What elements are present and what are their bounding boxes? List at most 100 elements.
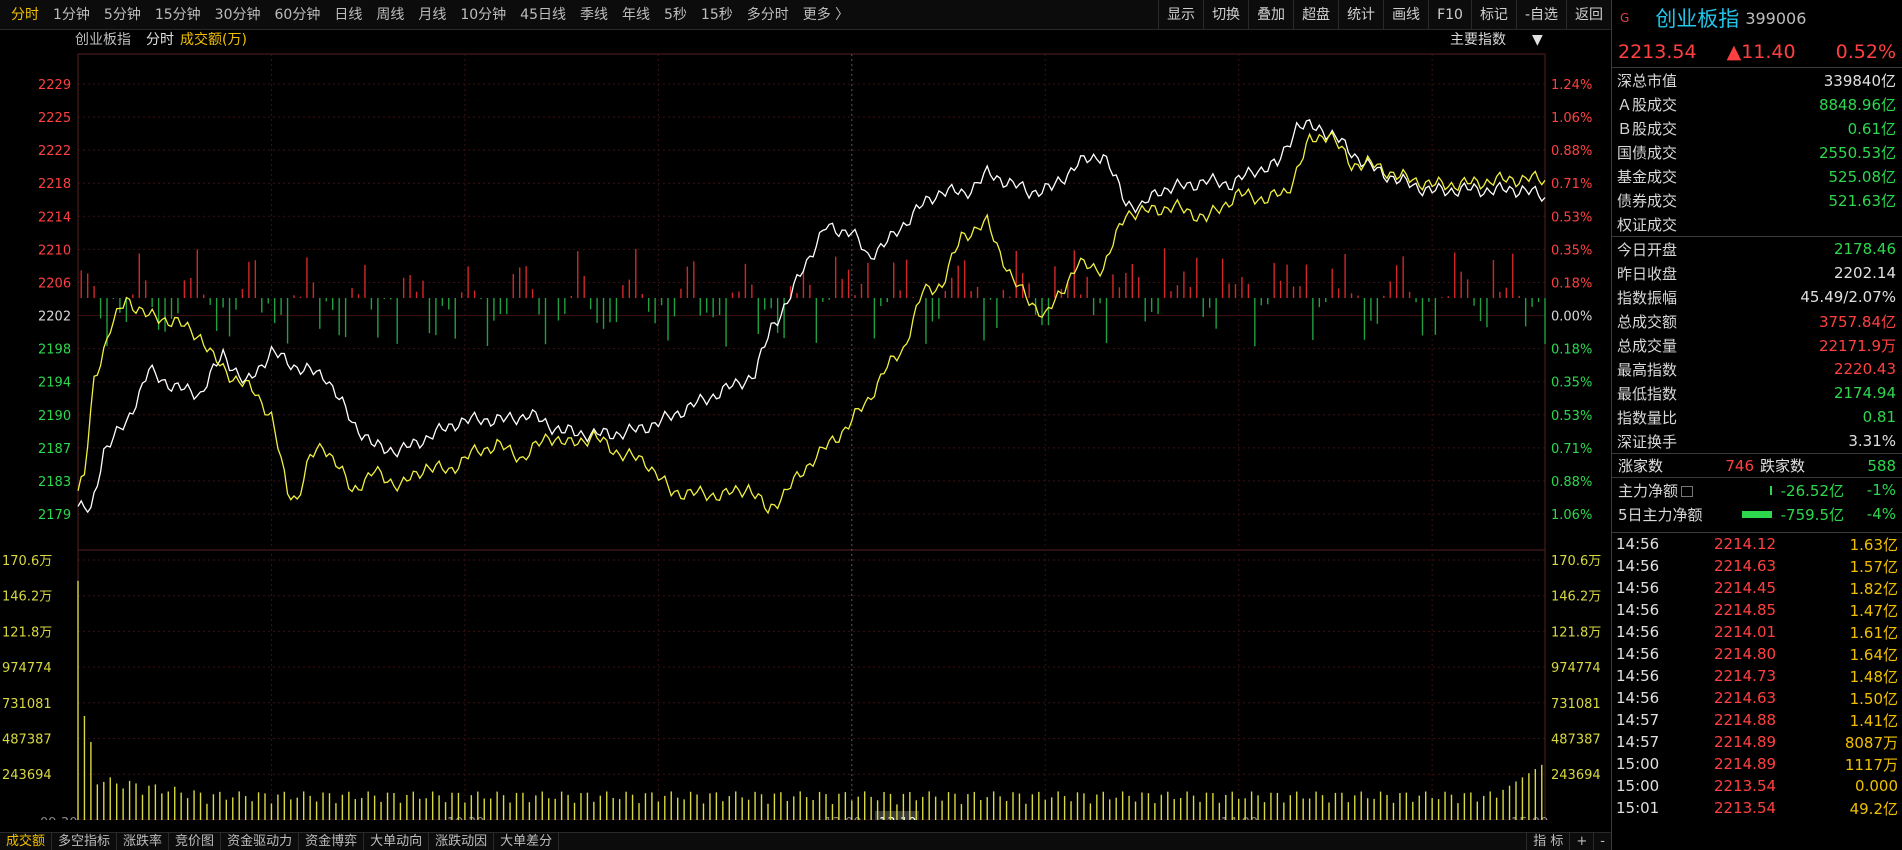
index-stat-value: 22171.9万	[1818, 336, 1896, 355]
tick-trade-list[interactable]: 14:56 2214.12 1.63亿 14:56 2214.63 1.57亿 14:56 2…	[1612, 532, 1902, 819]
market-stat-value: 0.61亿	[1847, 119, 1896, 138]
price-tick-label: 2222	[38, 144, 71, 159]
indicator-tab-3[interactable]: 竞价图	[169, 833, 222, 850]
tool-button-9[interactable]: 返回	[1566, 0, 1611, 30]
time-tick-text: 13:00	[824, 816, 861, 820]
price-tick-label: 2183	[38, 475, 71, 490]
indicator-control-1[interactable]: +	[1569, 833, 1593, 850]
pct-tick-label: 0.35%	[1551, 243, 1592, 258]
price-change: ▲11.40	[1726, 40, 1796, 63]
market-stat-label: 债券成交	[1617, 191, 1678, 210]
tool-button-6[interactable]: F10	[1428, 0, 1471, 30]
pct-tick-label: 0.88%	[1551, 144, 1592, 159]
indicator-tab-7[interactable]: 涨跌动因	[429, 833, 495, 850]
tool-button-5[interactable]: 画线	[1383, 0, 1428, 30]
period-tab-15[interactable]: 多分时	[740, 0, 796, 30]
period-tab-8[interactable]: 月线	[411, 0, 453, 30]
capital-bars-layer	[80, 248, 1546, 347]
price-tick-label: 2206	[38, 276, 71, 291]
trade-row: 15:00 2214.89 1117万	[1612, 753, 1902, 775]
index-stat-label: 指数量比	[1617, 408, 1678, 427]
indicator-tab-1[interactable]: 多空指标	[52, 833, 118, 850]
intraday-chart[interactable]: 2229 1.24% 2225 1.06% 2222 0.88% 2218 0.71% 2214…	[0, 30, 1611, 820]
tool-button-7[interactable]: 标记	[1470, 0, 1516, 30]
index-header: G 创业板指 399006	[1612, 0, 1902, 36]
price-tick-label: 2202	[38, 310, 71, 325]
indicator-tab-2[interactable]: 涨跌率	[117, 833, 170, 850]
five-day-net-value: -759.5亿	[1780, 505, 1844, 524]
index-stat-label: 总成交额	[1617, 312, 1678, 331]
trade-volume: 1.48亿	[1849, 667, 1898, 686]
period-tab-6[interactable]: 日线	[327, 0, 369, 30]
period-tab-7[interactable]: 周线	[369, 0, 411, 30]
index-stat-label: 最低指数	[1617, 384, 1678, 403]
time-tick-label: 09:30	[40, 816, 77, 820]
price-tick-label: 2198	[38, 343, 71, 358]
tool-button-2[interactable]: 叠加	[1248, 0, 1293, 30]
indicator-tab-4[interactable]: 资金驱动力	[221, 833, 300, 850]
chart-svg[interactable]: 2229 1.24% 2225 1.06% 2222 0.88% 2218 0.71% 2214…	[0, 30, 1611, 820]
trade-volume: 1.82亿	[1849, 579, 1898, 598]
period-tab-16[interactable]: 更多 〉	[796, 0, 856, 30]
price-tick-label: 2218	[38, 177, 71, 192]
period-tab-4[interactable]: 30分钟	[208, 0, 268, 30]
trade-volume: 1.50亿	[1849, 689, 1898, 708]
main-index-arrow-icon[interactable]: ▼	[1532, 32, 1543, 48]
time-tick-label: 13:00	[824, 816, 861, 820]
indicator-tab-6[interactable]: 大单动向	[364, 833, 430, 850]
index-stat-value: 0.81	[1862, 408, 1896, 426]
tool-button-0[interactable]: 显示	[1158, 0, 1203, 30]
time-tick-text: 09:30	[40, 816, 77, 820]
period-tab-0[interactable]: 分时	[4, 0, 46, 30]
period-tab-9[interactable]: 10分钟	[453, 0, 513, 30]
indicator-tab-8[interactable]: 大单差分	[494, 833, 560, 850]
period-tab-3[interactable]: 15分钟	[148, 0, 208, 30]
indicator-tab-0[interactable]: 成交额	[0, 833, 53, 850]
quote-summary: 2213.54 ▲11.40 0.52%	[1612, 36, 1902, 68]
five-day-net-flow: 5日主力净额 -759.5亿 -4%	[1612, 502, 1902, 526]
trade-price: 2213.54	[1714, 799, 1777, 817]
volume-tick-label-right: 487387	[1551, 733, 1601, 748]
tool-button-4[interactable]: 统计	[1338, 0, 1383, 30]
trade-time: 15:00	[1616, 755, 1660, 773]
lines-layer	[77, 118, 1546, 515]
period-tab-12[interactable]: 年线	[615, 0, 657, 30]
five-day-net-pct: -4%	[1866, 505, 1896, 523]
plot-border	[77, 53, 1546, 820]
trade-row: 15:00 2213.54 0.000	[1612, 775, 1902, 797]
price-tick-label: 2194	[38, 376, 71, 391]
detail-icon[interactable]	[1681, 485, 1694, 497]
trade-time: 14:56	[1616, 623, 1660, 641]
indicator-controls: 指 标 + -	[1526, 833, 1611, 850]
market-stat-value: 8848.96亿	[1818, 95, 1896, 114]
main-index-label[interactable]: 主要指数	[1450, 32, 1506, 48]
period-tab-1[interactable]: 1分钟	[46, 0, 97, 30]
index-name[interactable]: 创业板指	[1655, 3, 1739, 33]
market-stat-row: 权证成交	[1612, 212, 1902, 236]
period-tab-10[interactable]: 45日线	[513, 0, 573, 30]
tool-button-3[interactable]: 超盘	[1293, 0, 1338, 30]
trade-time: 15:00	[1616, 777, 1660, 795]
top-toolbar: 分时 1分钟 5分钟 15分钟 30分钟 60分钟 日线 周线 月线 10分钟 45日线 季线 年线 5秒…	[0, 0, 1611, 30]
price-tick-label: 2229	[38, 78, 71, 93]
trade-row: 14:57 2214.89 8087万	[1612, 731, 1902, 753]
quote-panel: G 创业板指 399006 2213.54 ▲11.40 0.52% 深总市值 3…	[1611, 0, 1902, 850]
index-stat-value: 3757.84亿	[1818, 312, 1896, 331]
index-stat-row: 指数振幅 45.49/2.07%	[1612, 285, 1902, 309]
indicator-control-2[interactable]: -	[1593, 833, 1611, 850]
period-tab-5[interactable]: 60分钟	[268, 0, 328, 30]
tool-button-8[interactable]: -自选	[1515, 0, 1566, 30]
period-tabs: 分时 1分钟 5分钟 15分钟 30分钟 60分钟 日线 周线 月线 10分钟 45日线 季线 年线 5秒…	[0, 0, 856, 29]
tool-button-1[interactable]: 切换	[1203, 0, 1248, 30]
volume-tick-label-right: 243694	[1551, 768, 1601, 783]
period-tab-14[interactable]: 15秒	[694, 0, 740, 30]
volume-tick-label-right: 731081	[1551, 697, 1601, 712]
trade-volume: 1.57亿	[1849, 557, 1898, 576]
period-tab-11[interactable]: 季线	[573, 0, 615, 30]
indicator-tab-5[interactable]: 资金博弈	[299, 833, 365, 850]
pct-tick-label: 1.06%	[1551, 508, 1592, 523]
index-stat-row: 最低指数 2174.94	[1612, 381, 1902, 405]
period-tab-13[interactable]: 5秒	[657, 0, 694, 30]
period-tab-2[interactable]: 5分钟	[97, 0, 148, 30]
indicator-control-0[interactable]: 指 标	[1526, 833, 1569, 850]
